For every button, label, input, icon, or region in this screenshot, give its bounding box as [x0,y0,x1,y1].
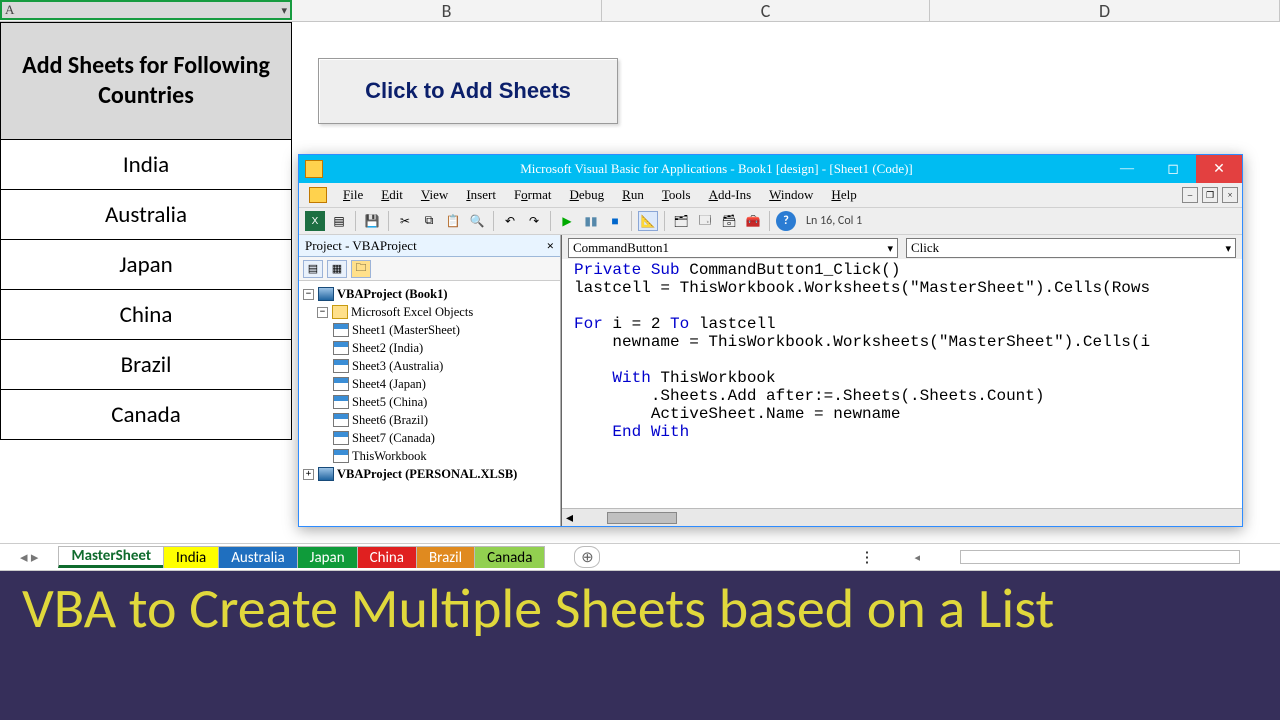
sheet-tab-bar: ◂ ▸ MasterSheet India Australia Japan Ch… [0,543,1280,571]
tab-australia[interactable]: Australia [218,546,297,568]
column-header-strip: A B C D [0,0,1280,22]
object-dropdown[interactable]: CommandButton1 [568,238,898,258]
view-code-icon[interactable]: ▤ [303,260,323,278]
tool-properties-icon[interactable]: 🗔 [695,211,715,231]
vba-editor-window: Microsoft Visual Basic for Applications … [298,154,1243,527]
project-explorer-title[interactable]: Project - VBAProject × [299,235,560,257]
cell-canada[interactable]: Canada [0,390,292,440]
tool-run-icon[interactable]: ▶ [557,211,577,231]
video-caption: VBA to Create Multiple Sheets based on a… [0,571,1280,720]
tool-find-icon[interactable]: 🔍 [467,211,487,231]
mdi-restore-icon[interactable]: ❐ [1202,187,1218,203]
view-object-icon[interactable]: ▦ [327,260,347,278]
cell-japan[interactable]: Japan [0,240,292,290]
code-pane: CommandButton1 Click Private Sub Command… [561,235,1242,526]
header-cell[interactable]: Add Sheets for Following Countries [0,22,292,140]
mdi-minimize-icon[interactable]: – [1182,187,1198,203]
tool-reset-icon[interactable]: ■ [605,211,625,231]
menu-addins[interactable]: Add-Ins [701,185,760,205]
tab-japan[interactable]: Japan [297,546,358,568]
tool-break-icon[interactable]: ▮▮ [581,211,601,231]
menu-tools[interactable]: Tools [654,185,699,205]
cell-china[interactable]: China [0,290,292,340]
vba-titlebar[interactable]: Microsoft Visual Basic for Applications … [299,155,1242,183]
vba-title-text: Microsoft Visual Basic for Applications … [329,161,1104,177]
vba-menubar: File Edit View Insert Format Debug Run T… [299,183,1242,207]
menu-edit[interactable]: Edit [373,185,411,205]
tool-design-icon[interactable]: 📐 [638,211,658,231]
menu-format[interactable]: Format [506,185,560,205]
cell-india[interactable]: India [0,140,292,190]
event-dropdown[interactable]: Click [906,238,1236,258]
col-C[interactable]: C [602,0,930,21]
tool-browser-icon[interactable]: 🗃 [719,211,739,231]
menu-run[interactable]: Run [614,185,652,205]
col-D[interactable]: D [930,0,1280,21]
tool-cut-icon[interactable]: ✂ [395,211,415,231]
menu-view[interactable]: View [413,185,456,205]
col-A[interactable]: A [0,0,292,20]
new-sheet-button[interactable]: ⊕ [574,546,600,568]
project-tree[interactable]: −VBAProject (Book1) −Microsoft Excel Obj… [299,281,560,526]
project-explorer: Project - VBAProject × ▤ ▦ 🗀 −VBAProject… [299,235,561,526]
menu-debug[interactable]: Debug [562,185,613,205]
project-close-icon[interactable]: × [547,238,554,254]
cell-brazil[interactable]: Brazil [0,340,292,390]
menu-help[interactable]: Help [823,185,864,205]
tab-brazil[interactable]: Brazil [416,546,475,568]
minimize-icon[interactable]: — [1104,155,1150,183]
tab-canada[interactable]: Canada [474,546,545,568]
code-editor[interactable]: Private Sub CommandButton1_Click() lastc… [562,259,1242,508]
cell-australia[interactable]: Australia [0,190,292,240]
tool-save-icon[interactable]: 💾 [362,211,382,231]
folder-toggle-icon[interactable]: 🗀 [351,260,371,278]
menu-insert[interactable]: Insert [458,185,504,205]
tab-india[interactable]: India [163,546,219,568]
tab-china[interactable]: China [357,546,417,568]
add-sheets-button[interactable]: Click to Add Sheets [318,58,618,124]
tool-project-icon[interactable]: 🗂 [671,211,691,231]
tab-nav-arrows[interactable]: ◂ ▸ [0,548,58,567]
tool-undo-icon[interactable]: ↶ [500,211,520,231]
vba-app-icon [305,160,323,178]
tool-insert-icon[interactable]: ▤ [329,211,349,231]
vba-toolbar: X ▤ 💾 ✂ ⧉ 📋 🔍 ↶ ↷ ▶ ▮▮ ■ 📐 🗂 [299,207,1242,235]
close-icon[interactable]: ✕ [1196,155,1242,183]
menu-file[interactable]: File [335,185,371,205]
column-A-cells: Add Sheets for Following Countries India… [0,22,292,520]
cursor-position: Ln 16, Col 1 [806,214,862,228]
mdi-close-icon[interactable]: × [1222,187,1238,203]
code-hscrollbar[interactable]: ◂ [562,508,1242,526]
tool-toolbox-icon[interactable]: 🧰 [743,211,763,231]
tool-redo-icon[interactable]: ↷ [524,211,544,231]
tool-copy-icon[interactable]: ⧉ [419,211,439,231]
tool-excel-icon[interactable]: X [305,211,325,231]
maximize-icon[interactable]: ◻ [1150,155,1196,183]
menu-window[interactable]: Window [761,185,821,205]
col-B[interactable]: B [292,0,602,21]
tab-mastersheet[interactable]: MasterSheet [58,546,164,568]
tool-paste-icon[interactable]: 📋 [443,211,463,231]
tab-scrollbar[interactable] [960,550,1240,564]
tool-help-icon[interactable]: ? [776,211,796,231]
vba-menu-icon [309,187,327,203]
